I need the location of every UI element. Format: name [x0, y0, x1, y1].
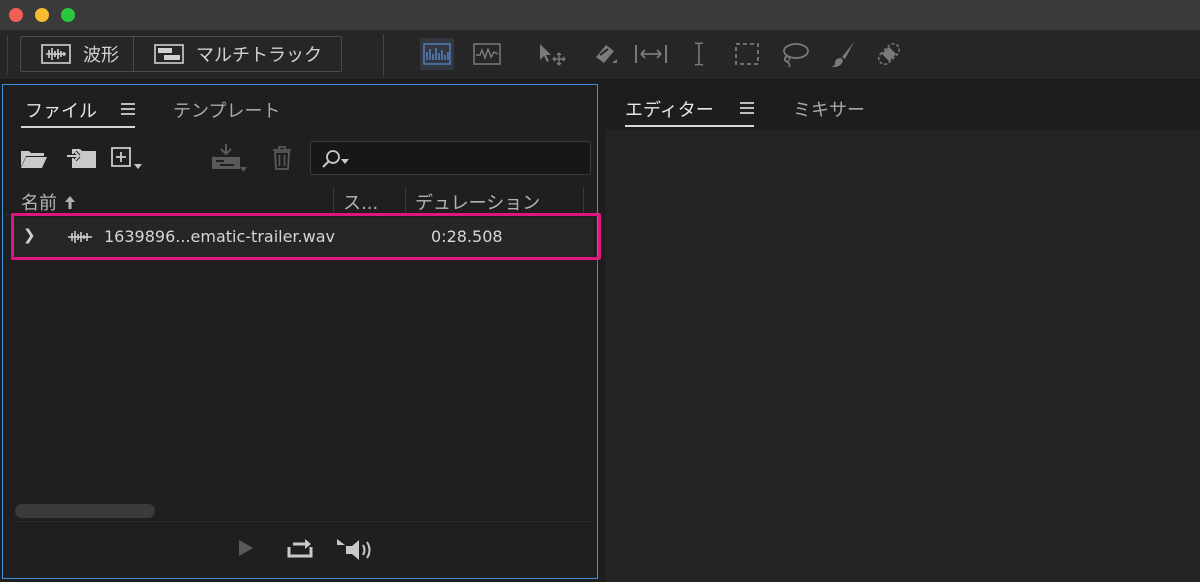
spot-healing-brush-button[interactable]	[872, 38, 906, 70]
lasso-selection-tool-icon	[783, 43, 809, 68]
editor-canvas[interactable]	[605, 130, 1200, 582]
slip-tool-button[interactable]	[634, 38, 668, 70]
main-toolbar: 波形 マルチトラック	[0, 30, 1200, 80]
spectral-pitch-icon	[473, 43, 501, 65]
file-list-header: 名前 ス... デュレーション	[3, 185, 591, 215]
multitrack-view-icon	[154, 44, 184, 64]
editor-panel: エディター ミキサー	[605, 84, 1200, 582]
toolbar-grip[interactable]	[7, 36, 10, 74]
editor-panel-tabs: エディター ミキサー	[605, 84, 1200, 130]
slip-tool-icon	[635, 45, 667, 63]
column-header-status[interactable]: ス...	[343, 189, 378, 215]
razor-tool-icon	[596, 45, 617, 63]
files-panel-tabs: ファイル テンプレート	[3, 85, 597, 131]
view-mode-switcher: 波形 マルチトラック	[20, 36, 342, 72]
waveform-mode-label: 波形	[83, 45, 119, 66]
new-file-icon	[111, 147, 142, 169]
import-file-icon	[67, 149, 96, 168]
active-tab-indicator	[21, 126, 135, 128]
delete-icon	[273, 146, 291, 170]
tab-mixer[interactable]: ミキサー	[793, 96, 865, 122]
horizontal-scrollbar[interactable]	[15, 504, 155, 518]
razor-tool-button[interactable]	[588, 38, 622, 70]
new-file-button[interactable]	[109, 145, 145, 171]
auto-play-button[interactable]	[335, 536, 375, 564]
selection-highlight	[11, 213, 601, 260]
play-button[interactable]	[233, 536, 257, 560]
search-icon	[322, 150, 349, 168]
tab-templates[interactable]: テンプレート	[173, 97, 280, 123]
time-selection-tool-button[interactable]	[682, 38, 716, 70]
insert-into-multitrack-icon	[212, 144, 247, 172]
title-bar	[0, 0, 1200, 30]
loop-icon	[287, 539, 313, 558]
paintbrush-selection-tool-button[interactable]	[826, 38, 860, 70]
time-selection-tool-icon	[694, 42, 704, 66]
zoom-window-button[interactable]	[61, 8, 75, 22]
open-folder-icon	[21, 151, 47, 168]
waveform-mode-button[interactable]: 波形	[21, 37, 133, 71]
delete-button[interactable]	[269, 145, 295, 171]
toolbar-divider	[383, 34, 384, 76]
sort-ascending-icon	[64, 196, 75, 209]
column-name-label: 名前	[21, 193, 57, 214]
column-header-duration[interactable]: デュレーション	[415, 189, 540, 215]
files-panel: ファイル テンプレート 名前 ス... デュレーション ❯ 1639896...…	[2, 84, 601, 579]
close-window-button[interactable]	[9, 8, 23, 22]
marquee-selection-tool-button[interactable]	[730, 38, 764, 70]
tab-files[interactable]: ファイル	[25, 97, 97, 123]
column-header-name[interactable]: 名前	[21, 189, 77, 215]
multitrack-mode-label: マルチトラック	[196, 45, 322, 66]
spot-healing-brush-icon	[877, 42, 901, 66]
paintbrush-selection-tool-icon	[831, 42, 854, 68]
spectral-pitch-button[interactable]	[470, 38, 504, 70]
play-icon	[239, 540, 253, 556]
column-divider[interactable]	[333, 187, 334, 213]
tab-editor[interactable]: エディター	[625, 96, 714, 122]
move-tool-icon	[540, 44, 566, 66]
lasso-selection-tool-button[interactable]	[778, 38, 812, 70]
active-tab-indicator	[625, 125, 754, 127]
file-search-field[interactable]	[310, 141, 591, 175]
speaker-icon	[337, 539, 371, 560]
minimize-window-button[interactable]	[35, 8, 49, 22]
column-divider[interactable]	[405, 187, 406, 213]
multitrack-mode-button[interactable]: マルチトラック	[133, 37, 336, 71]
waveform-view-icon	[41, 44, 71, 64]
panel-menu-icon[interactable]	[121, 103, 135, 118]
panel-menu-icon[interactable]	[740, 102, 754, 117]
file-list	[13, 260, 591, 522]
open-file-button[interactable]	[19, 145, 49, 171]
spectral-frequency-button[interactable]	[420, 38, 454, 70]
spectral-frequency-icon	[423, 43, 451, 65]
move-tool-button[interactable]	[536, 38, 570, 70]
column-divider[interactable]	[583, 187, 584, 213]
loop-playback-button[interactable]	[285, 536, 315, 560]
insert-into-multitrack-button[interactable]	[209, 143, 249, 173]
import-file-button[interactable]	[65, 145, 99, 171]
marquee-selection-tool-icon	[735, 43, 759, 65]
